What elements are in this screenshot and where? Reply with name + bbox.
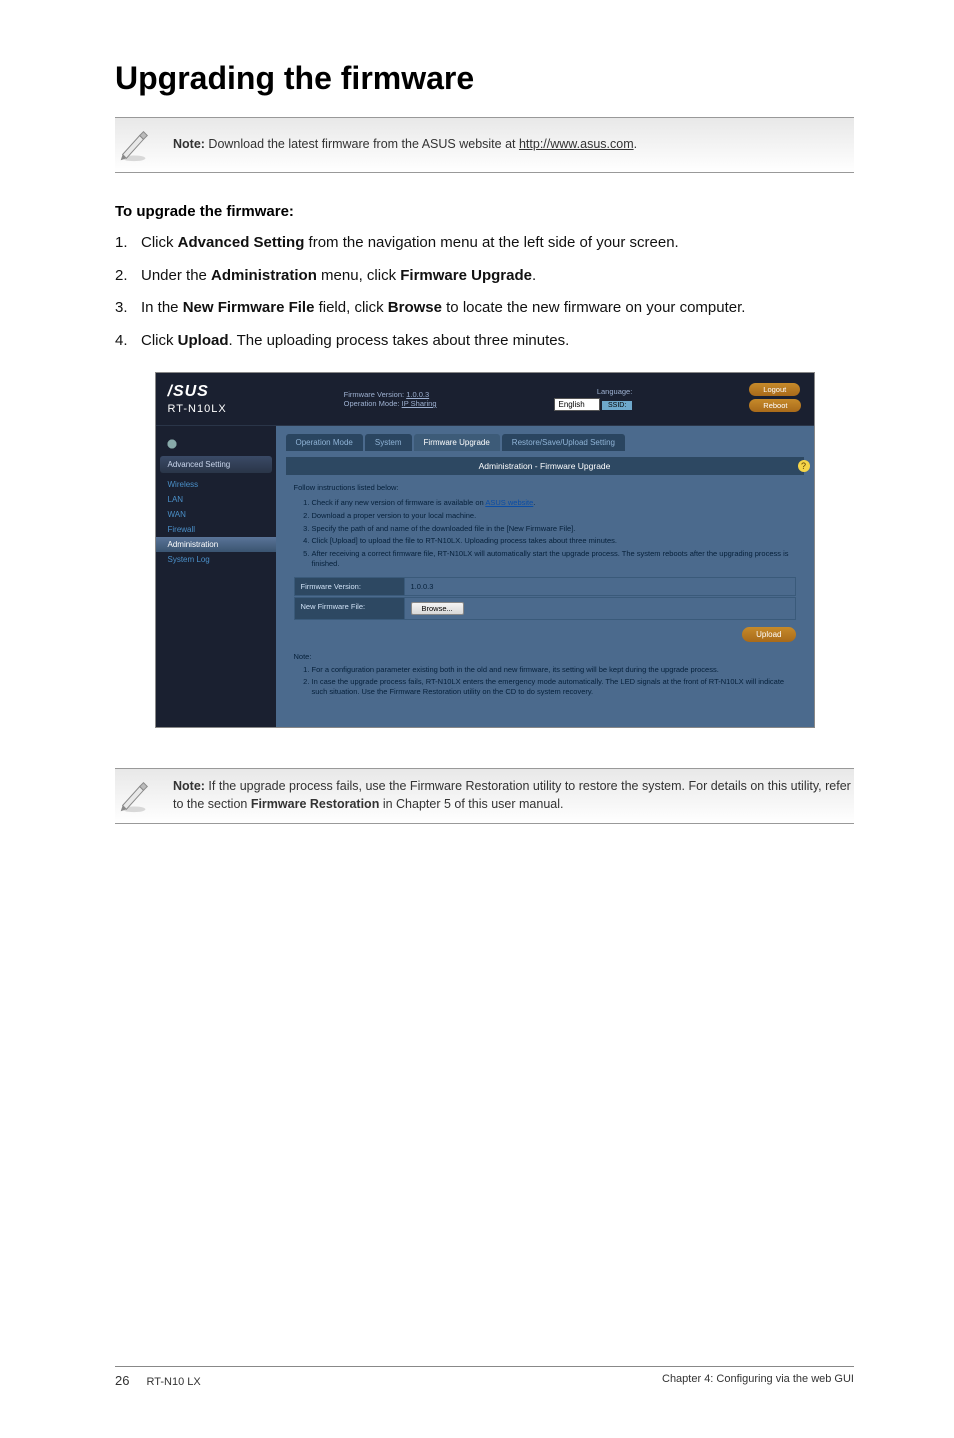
panel-note-1: For a configuration parameter existing b… [312,665,796,675]
instruction-3: Specify the path of and name of the down… [312,524,796,534]
main-panel: Operation Mode System Firmware Upgrade R… [276,426,814,727]
panel-heading: Administration - Firmware Upgrade ? [286,457,804,475]
instruction-2: Download a proper version to your local … [312,511,796,521]
intro-text: Follow instructions listed below: [294,483,796,492]
header-info: Firmware Version: 1.0.0.3 Operation Mode… [344,390,437,408]
sidebar: Advanced Setting Wireless LAN WAN Firewa… [156,426,276,727]
footer-model: RT-N10 LX [147,1376,201,1388]
asus-website-link[interactable]: http://www.asus.com [519,137,634,151]
sidebar-item-firewall[interactable]: Firewall [156,522,276,537]
tabs: Operation Mode System Firmware Upgrade R… [286,434,804,451]
new-firmware-file-row: New Firmware File: Browse... [294,597,796,620]
instructions-list: Check if any new version of firmware is … [294,498,796,569]
tab-restore-save-upload[interactable]: Restore/Save/Upload Setting [502,434,625,451]
language-select[interactable]: English [554,398,600,411]
panel-content: Follow instructions listed below: Check … [286,475,804,713]
step-4: 4. Click Upload. The uploading process t… [115,330,854,353]
instruction-5: After receiving a correct firmware file,… [312,549,796,569]
model-name: RT-N10LX [168,403,227,415]
sidebar-gear-row[interactable] [156,432,276,456]
browse-button[interactable]: Browse... [411,602,464,615]
tab-operation-mode[interactable]: Operation Mode [286,434,363,451]
instruction-4: Click [Upload] to upload the file to RT-… [312,536,796,546]
firmware-version-label: Firmware Version: [295,578,405,595]
reboot-button[interactable]: Reboot [749,399,801,412]
note-text-1: Note: Download the latest firmware from … [173,136,637,154]
note-text-2: Note: If the upgrade process fails, use … [173,778,854,813]
footer-chapter: Chapter 4: Configuring via the web GUI [662,1373,854,1388]
tab-system[interactable]: System [365,434,412,451]
upload-button[interactable]: Upload [742,627,795,642]
sidebar-item-lan[interactable]: LAN [156,492,276,507]
pencil-icon [115,126,153,164]
steps-list: 1. Click Advanced Setting from the navig… [115,232,854,352]
router-admin-screenshot: /SUS RT-N10LX Firmware Version: 1.0.0.3 … [155,372,815,728]
footer: 26 RT-N10 LX Chapter 4: Configuring via … [115,1366,854,1388]
sidebar-item-system-log[interactable]: System Log [156,552,276,567]
sub-heading: To upgrade the firmware: [115,203,854,220]
firmware-version-value: 1.0.0.3 [405,578,795,595]
page-title: Upgrading the firmware [115,60,854,97]
sidebar-advanced-setting[interactable]: Advanced Setting [160,456,272,473]
pencil-icon [115,777,153,815]
firmware-version-row: Firmware Version: 1.0.0.3 [294,577,796,596]
router-header: /SUS RT-N10LX Firmware Version: 1.0.0.3 … [156,373,814,426]
instruction-1: Check if any new version of firmware is … [312,498,796,508]
ssid-label: SSID: [602,401,632,410]
help-icon[interactable]: ? [798,460,810,472]
asus-logo: /SUS [168,383,227,401]
gear-icon [164,436,180,452]
page-number: 26 [115,1373,129,1388]
note-block-2: Note: If the upgrade process fails, use … [115,768,854,824]
tab-firmware-upgrade[interactable]: Firmware Upgrade [414,434,500,451]
new-firmware-file-label: New Firmware File: [295,598,405,619]
step-2: 2. Under the Administration menu, click … [115,265,854,288]
sidebar-item-wan[interactable]: WAN [156,507,276,522]
logout-button[interactable]: Logout [749,383,800,396]
note-block-1: Note: Download the latest firmware from … [115,117,854,173]
step-3: 3. In the New Firmware File field, click… [115,297,854,320]
step-1: 1. Click Advanced Setting from the navig… [115,232,854,255]
language-label: Language: [554,387,633,396]
panel-note-label: Note: [294,652,796,661]
sidebar-item-administration[interactable]: Administration [156,537,276,552]
panel-notes-list: For a configuration parameter existing b… [294,665,796,697]
sidebar-item-wireless[interactable]: Wireless [156,477,276,492]
panel-note-2: In case the upgrade process fails, RT-N1… [312,677,796,697]
